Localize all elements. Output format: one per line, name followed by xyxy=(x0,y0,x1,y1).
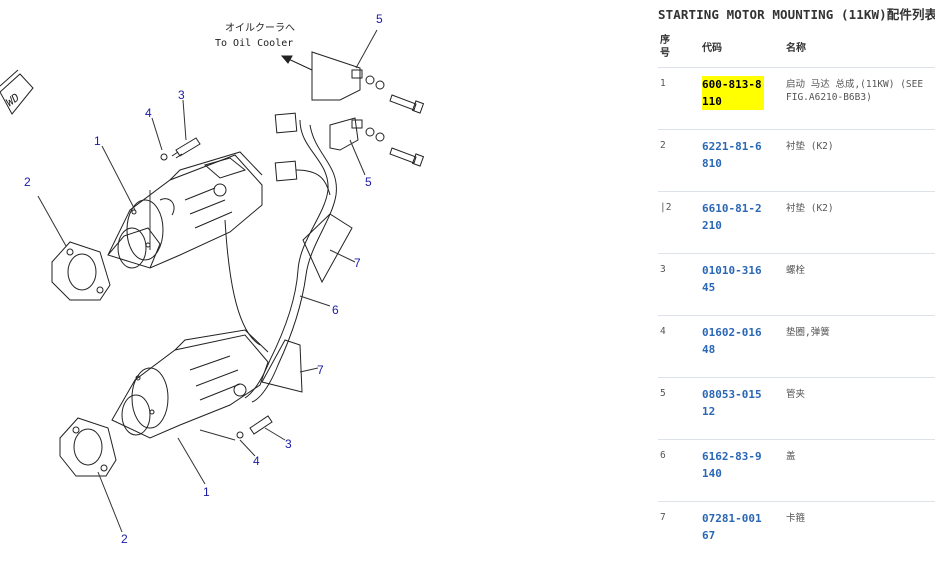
callout-3-upper[interactable]: 3 xyxy=(178,88,185,102)
table-row: |2 6610-81-2210 衬垫 (K2) xyxy=(658,191,935,254)
callout-5-upper[interactable]: 5 xyxy=(376,12,383,26)
part-code-link[interactable]: 6162-83-9140 xyxy=(702,448,764,482)
gasket-upper xyxy=(51,241,111,301)
row-seq: 2 xyxy=(658,129,702,192)
part-code-link[interactable]: 600-813-8110 xyxy=(702,76,764,110)
bolt-lower xyxy=(249,415,273,435)
washer-upper xyxy=(160,153,168,161)
upper-starter-motor xyxy=(107,151,263,269)
leader-lines xyxy=(37,29,378,533)
row-name: 管夹 xyxy=(786,377,935,440)
row-seq: 6 xyxy=(658,439,702,502)
part-code-link[interactable]: 6610-81-2210 xyxy=(702,200,764,234)
table-row: 6 6162-83-9140 盖 xyxy=(658,439,935,502)
row-name: 衬垫 (K2) xyxy=(786,191,935,254)
parts-list-panel: STARTING MOTOR MOUNTING (11KW)配件列表 序号 代码… xyxy=(652,0,935,561)
callout-4-lower[interactable]: 4 xyxy=(253,454,260,468)
row-code: 01602-01648 xyxy=(702,315,786,378)
row-seq: 7 xyxy=(658,501,702,561)
header-name: 名称 xyxy=(786,26,935,68)
callout-1-upper[interactable]: 1 xyxy=(94,134,101,148)
row-name: 衬垫 (K2) xyxy=(786,129,935,192)
bolts-right xyxy=(365,75,425,167)
oil-cooler-arrow xyxy=(280,55,313,71)
row-name: 垫圈,弹簧 xyxy=(786,315,935,378)
part-code-link[interactable]: 01010-31645 xyxy=(702,262,764,296)
lower-starter-motor xyxy=(111,329,269,439)
callout-3-lower[interactable]: 3 xyxy=(285,437,292,451)
table-row: 3 01010-31645 螺栓 xyxy=(658,253,935,316)
row-seq: 3 xyxy=(658,253,702,316)
row-seq: |2 xyxy=(658,191,702,254)
table-row: 1 600-813-8110 启动 马达 总成,(11KW) (SEE FIG.… xyxy=(658,67,935,130)
table-row: 2 6221-81-6810 衬垫 (K2) xyxy=(658,129,935,192)
row-code: 6610-81-2210 xyxy=(702,191,786,254)
row-code: 6162-83-9140 xyxy=(702,439,786,502)
bracket-upper xyxy=(311,51,363,101)
header-code: 代码 xyxy=(702,26,786,68)
row-name: 盖 xyxy=(786,439,935,502)
part-code-link[interactable]: 07281-00167 xyxy=(702,510,764,544)
row-seq: 4 xyxy=(658,315,702,378)
row-seq: 5 xyxy=(658,377,702,440)
callout-6[interactable]: 6 xyxy=(332,303,339,317)
callout-2-upper[interactable]: 2 xyxy=(24,175,31,189)
parts-table: 序号 代码 名称 1 600-813-8110 启动 马达 总成,(11KW) … xyxy=(658,26,935,561)
row-code: 08053-01512 xyxy=(702,377,786,440)
row-name: 螺栓 xyxy=(786,253,935,316)
part-code-link[interactable]: 01602-01648 xyxy=(702,324,764,358)
row-name: 启动 马达 总成,(11KW) (SEE FIG.A6210-B6B3) xyxy=(786,67,935,130)
bolt-upper xyxy=(171,137,201,159)
oil-cooler-label-en: To Oil Cooler xyxy=(215,38,293,49)
table-row: 4 01602-01648 垫圈,弹簧 xyxy=(658,315,935,378)
parts-diagram: オイルクーラへ To Oil Cooler WD 1 2 3 4 5 5 6 7… xyxy=(0,12,425,546)
callout-7-upper[interactable]: 7 xyxy=(354,256,361,270)
gasket-lower xyxy=(59,417,117,477)
part-code-link[interactable]: 08053-01512 xyxy=(702,386,764,420)
callout-2-lower[interactable]: 2 xyxy=(121,532,128,546)
logo-plate xyxy=(0,69,34,115)
part-code-link[interactable]: 6221-81-6810 xyxy=(702,138,764,172)
row-code: 600-813-8110 xyxy=(702,67,786,130)
oil-cooler-label-jp: オイルクーラへ xyxy=(225,22,295,34)
row-name: 卡箍 xyxy=(786,501,935,561)
callout-4-upper[interactable]: 4 xyxy=(145,106,152,120)
callout-5-lower[interactable]: 5 xyxy=(365,175,372,189)
parts-list-title: STARTING MOTOR MOUNTING (11KW)配件列表 xyxy=(658,7,935,22)
bracket-lower xyxy=(329,117,363,151)
table-row: 7 07281-00167 卡箍 xyxy=(658,501,935,561)
table-header-row: 序号 代码 名称 xyxy=(658,26,935,68)
callout-1-lower[interactable]: 1 xyxy=(203,485,210,499)
row-code: 07281-00167 xyxy=(702,501,786,561)
logo-plate-text: WD xyxy=(4,91,23,109)
row-code: 01010-31645 xyxy=(702,253,786,316)
cover-plate-upper xyxy=(302,213,353,284)
wire-harness xyxy=(224,112,337,403)
table-row: 5 08053-01512 管夹 xyxy=(658,377,935,440)
washer-lower xyxy=(236,431,244,439)
row-seq: 1 xyxy=(658,67,702,130)
row-code: 6221-81-6810 xyxy=(702,129,786,192)
header-seq: 序号 xyxy=(658,26,702,68)
callout-7-lower[interactable]: 7 xyxy=(317,363,324,377)
